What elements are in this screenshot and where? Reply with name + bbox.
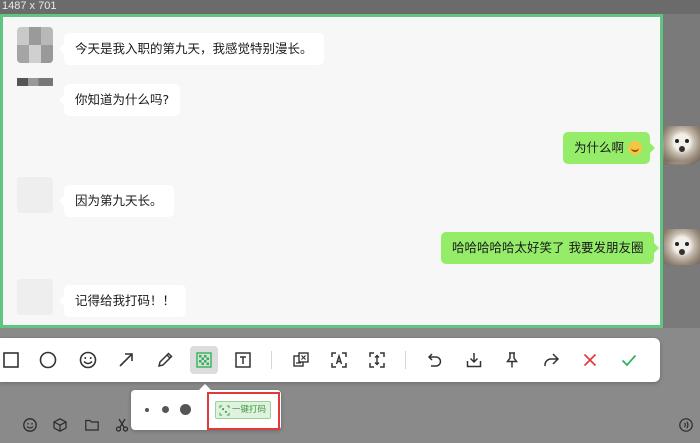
toolbar-divider xyxy=(405,351,406,369)
brush-size-small[interactable] xyxy=(145,408,149,412)
save-tool[interactable] xyxy=(460,346,488,374)
emoji-icon xyxy=(23,418,37,432)
one-key-mosaic-label: 一键打码 xyxy=(232,405,267,415)
message-text: 为什么啊 xyxy=(574,140,625,155)
confirm-tool[interactable] xyxy=(615,346,643,374)
translate-tool[interactable] xyxy=(287,346,315,374)
screenshot-button[interactable] xyxy=(114,417,130,433)
my-avatar xyxy=(664,126,700,162)
message-bubble-incoming[interactable]: 今天是我入职的第九天，我感觉特别漫长。 xyxy=(59,33,324,65)
emoji-icon xyxy=(79,351,97,369)
long-screenshot-tool[interactable] xyxy=(363,346,391,374)
sender-avatar-hidden xyxy=(17,177,53,213)
rectangle-tool[interactable] xyxy=(0,346,25,374)
box-icon xyxy=(53,418,67,432)
pen-tool[interactable] xyxy=(151,346,179,374)
toolbar-divider xyxy=(271,351,272,369)
sender-avatar-partial xyxy=(17,78,53,86)
ocr-icon xyxy=(331,352,347,368)
screenshot-selection-area[interactable]: 今天是我入职的第九天，我感觉特别漫长。 你知道为什么吗? 为什么啊 因为第九天长… xyxy=(0,14,696,328)
message-bubble-incoming[interactable]: 记得给我打码！！ xyxy=(58,285,187,317)
one-key-mosaic-button[interactable]: 一键打码 xyxy=(215,401,271,419)
scroll-capture-icon xyxy=(369,352,385,368)
arrow-icon xyxy=(119,353,133,367)
background-right-strip xyxy=(663,14,700,328)
voice-icon xyxy=(679,418,693,432)
file-button[interactable] xyxy=(84,417,100,433)
favorites-button[interactable] xyxy=(52,417,68,433)
share-tool[interactable] xyxy=(537,346,565,374)
sender-avatar xyxy=(17,27,53,63)
message-bubble-incoming[interactable]: 因为第九天长。 xyxy=(59,185,174,217)
undo-tool[interactable] xyxy=(421,346,449,374)
message-bubble-incoming[interactable]: 你知道为什么吗? xyxy=(58,84,181,116)
my-avatar xyxy=(664,229,700,265)
mosaic-tool[interactable] xyxy=(190,346,218,374)
rectangle-icon xyxy=(3,352,19,368)
message-bubble-outgoing[interactable]: 哈哈哈哈哈太好笑了 我要发朋友圈 xyxy=(441,232,660,264)
pin-tool[interactable] xyxy=(498,346,526,374)
text-tool[interactable] xyxy=(229,346,257,374)
screenshot-size-label: 1487 x 701 xyxy=(2,0,57,12)
sender-avatar-hidden xyxy=(17,279,53,315)
brush-size-medium[interactable] xyxy=(162,406,169,413)
message-bubble-outgoing[interactable]: 为什么啊 xyxy=(563,132,656,164)
mosaic-scan-icon xyxy=(219,405,230,416)
ellipse-tool[interactable] xyxy=(34,346,62,374)
emoji-button[interactable] xyxy=(22,417,38,433)
brush-size-large[interactable] xyxy=(180,404,191,415)
check-icon xyxy=(621,354,637,367)
ocr-tool[interactable] xyxy=(325,346,353,374)
share-icon xyxy=(544,353,560,366)
screenshot-toolbar xyxy=(0,338,660,382)
download-icon xyxy=(466,353,482,368)
scissors-icon xyxy=(115,418,129,432)
folder-icon xyxy=(85,419,99,431)
laughing-emoji-icon xyxy=(628,141,643,155)
close-icon xyxy=(583,353,597,367)
circle-icon xyxy=(39,351,57,369)
pen-icon xyxy=(157,352,173,368)
arrow-tool[interactable] xyxy=(112,346,140,374)
undo-icon xyxy=(427,353,442,367)
voice-button[interactable] xyxy=(678,417,694,433)
text-icon xyxy=(235,352,251,368)
mosaic-icon xyxy=(196,352,212,368)
pin-icon xyxy=(506,352,518,368)
translate-icon xyxy=(293,352,309,367)
cancel-tool[interactable] xyxy=(576,346,604,374)
emoji-tool[interactable] xyxy=(74,346,102,374)
